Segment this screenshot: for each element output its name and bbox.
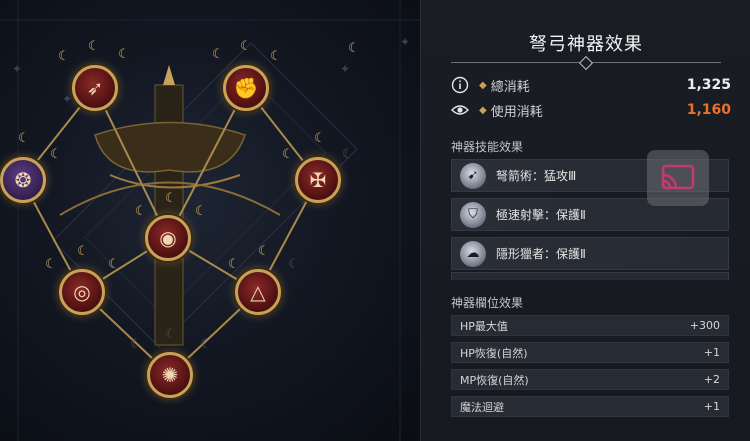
archer-skill-icon: ➹	[460, 162, 486, 189]
slot-effect-value: +1	[703, 346, 720, 359]
slot-effect-value: +2	[703, 373, 720, 386]
moon-icon: ☾	[258, 244, 270, 259]
used-cost-row: ◆ 使用消耗 1,160	[451, 98, 731, 122]
tree-node-fist[interactable]: ✊	[223, 65, 269, 111]
sparkle-icon: ✦	[62, 92, 73, 106]
moon-icon: ☾	[288, 257, 300, 272]
stealth-skill-icon: ☁	[460, 240, 486, 267]
slot-effect-row: MP恢復(自然) +2	[451, 369, 729, 390]
cross-emblem-icon: ✠	[309, 168, 327, 192]
diamond-bullet-icon: ◆	[479, 104, 487, 116]
eye-view-icon[interactable]	[451, 101, 469, 119]
slot-effect-value: +300	[689, 319, 720, 332]
moon-icon: ☾	[342, 147, 354, 162]
helmet-skill-icon: ⛉	[460, 201, 486, 228]
moon-icon: ☾	[240, 39, 252, 54]
moon-icon: ☾	[165, 327, 177, 342]
slot-effect-row: HP最大值 +300	[451, 315, 729, 336]
sparkle-icon: ✦	[400, 35, 411, 49]
moon-icon: ☾	[45, 257, 57, 272]
artifact-skill-tree: ✦ ✦ ✦ ✦ ☾ ☾ ☾ ☾ ☾ ☾ ☾ ☾ ☾ ☾ ☾ ☾ ☾ ☾ ☾ ☾ …	[0, 0, 420, 441]
moon-icon: ☾	[212, 47, 224, 62]
cast-screen-button[interactable]	[647, 150, 709, 206]
moon-icon: ☾	[130, 337, 142, 352]
panel-title: 弩弓神器效果	[529, 34, 643, 55]
moon-icon: ☾	[58, 49, 70, 64]
skill-label: 隱形獵者：保護Ⅱ	[496, 247, 586, 261]
title-diamond-ornament	[578, 55, 594, 71]
used-cost-value: 1,160	[686, 102, 731, 118]
triangle-rune-icon: △	[250, 280, 266, 304]
used-cost-label: 使用消耗	[490, 104, 543, 120]
moon-icon: ☾	[50, 147, 62, 162]
spirit-icon: ❂	[14, 168, 32, 192]
moon-icon: ☾	[18, 131, 30, 146]
fist-icon: ✊	[233, 76, 259, 100]
total-cost-value: 1,325	[686, 77, 731, 93]
sparkle-icon: ✦	[12, 62, 23, 76]
tree-node-cross-emblem[interactable]: ✠	[295, 157, 341, 203]
tree-node-triangle-rune[interactable]: △	[235, 269, 281, 315]
artifact-effect-panel: 弩弓神器效果 ◆ 總消耗 1,325 ◆ 使用消耗 1,160 神器技能效果 ➹…	[420, 0, 750, 441]
moon-icon: ☾	[135, 204, 147, 219]
moon-icon: ☾	[165, 191, 177, 206]
eye-icon: ◉	[159, 226, 177, 250]
diamond-bullet-icon: ◆	[479, 79, 487, 91]
skill-row-partial[interactable]	[451, 272, 729, 280]
moon-icon: ☾	[195, 204, 207, 219]
slot-effect-label: HP恢復(自然)	[460, 346, 528, 360]
tree-lines	[0, 0, 420, 441]
skill-label: 極速射擊：保護Ⅱ	[496, 208, 586, 222]
slot-effect-label: MP恢復(自然)	[460, 373, 529, 387]
moon-icon: ☾	[88, 39, 100, 54]
slot-effect-label: 魔法迴避	[460, 400, 504, 414]
tree-node-eye[interactable]: ◉	[145, 215, 191, 261]
tree-node-bow-emblem[interactable]: ➶	[72, 65, 118, 111]
skills-section-header: 神器技能效果	[451, 140, 524, 154]
tree-node-vortex[interactable]: ◎	[59, 269, 105, 315]
total-cost-row: ◆ 總消耗 1,325	[451, 73, 731, 97]
moon-icon: ☾	[270, 49, 282, 64]
moon-icon: ☾	[77, 244, 89, 259]
total-cost-label: 總消耗	[490, 79, 530, 95]
info-icon[interactable]	[451, 76, 469, 94]
sparkle-icon: ✦	[340, 62, 351, 76]
moon-icon: ☾	[314, 131, 326, 146]
slot-effect-label: HP最大值	[460, 319, 508, 333]
moon-icon: ☾	[228, 257, 240, 272]
slots-section-header: 神器欄位效果	[451, 296, 524, 310]
moon-icon: ☾	[348, 41, 360, 56]
vortex-icon: ◎	[73, 280, 91, 304]
bow-emblem-icon: ➶	[86, 76, 104, 100]
slot-effect-value: +1	[703, 400, 720, 413]
tree-node-arrow-burst[interactable]: ✺	[147, 352, 193, 398]
moon-icon: ☾	[118, 47, 130, 62]
arrow-burst-icon: ✺	[161, 363, 179, 387]
skill-row[interactable]: ☁ 隱形獵者：保護Ⅱ	[451, 237, 729, 270]
moon-icon: ☾	[200, 337, 212, 352]
tree-node-spirit[interactable]: ❂	[0, 157, 46, 203]
slot-effect-row: HP恢復(自然) +1	[451, 342, 729, 363]
moon-icon: ☾	[282, 147, 294, 162]
skill-label: 弩箭術：猛攻Ⅲ	[496, 169, 577, 183]
moon-icon: ☾	[108, 257, 120, 272]
slot-effect-row: 魔法迴避 +1	[451, 396, 729, 417]
cast-screen-icon	[661, 164, 695, 190]
